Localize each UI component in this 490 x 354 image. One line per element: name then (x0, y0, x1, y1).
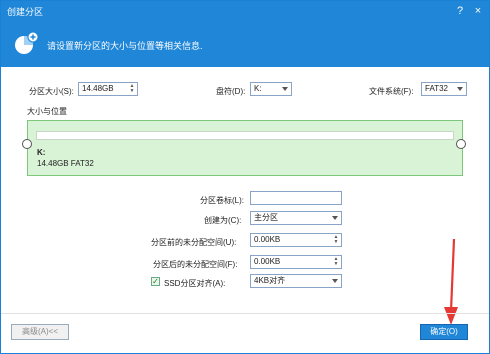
size-position-title: 大小与位置 (27, 107, 67, 116)
drive-letter-value: K: (254, 84, 262, 93)
file-system-select[interactable]: FAT32 (421, 82, 467, 96)
partition-info: 14.48GB FAT32 (37, 159, 94, 168)
create-as-select[interactable]: 主分区 (250, 211, 342, 225)
banner-text: 请设置新分区的大小与位置等相关信息. (47, 41, 203, 51)
ok-button[interactable]: 确定(O) (420, 324, 468, 340)
file-system-value: FAT32 (425, 84, 448, 93)
spin-arrows-icon[interactable]: ▲ ▼ (332, 257, 340, 267)
footer-divider (1, 313, 489, 314)
ssd-align-label: SSD分区对齐(A): (164, 279, 226, 288)
unalloc-before-value: 0.00KB (254, 235, 281, 244)
ssd-align-select[interactable]: 4KB对齐 (250, 274, 342, 288)
unalloc-after-value: 0.00KB (254, 257, 281, 266)
chevron-down-icon (332, 279, 338, 283)
advanced-button[interactable]: 高级(A)<< (11, 324, 69, 340)
create-as-label: 创建为(C): (204, 216, 242, 225)
unalloc-after-label: 分区后的未分配空间(F): (153, 260, 238, 269)
file-system-label: 文件系统(F): (369, 87, 414, 96)
partition-size-label: 分区大小(S): (29, 87, 74, 96)
drive-letter-select[interactable]: K: (250, 82, 292, 96)
unalloc-before-label: 分区前的未分配空间(U): (151, 238, 237, 247)
spin-arrows-icon[interactable]: ▲ ▼ (332, 235, 340, 245)
chevron-down-icon (332, 216, 338, 220)
header-banner: 请设置新分区的大小与位置等相关信息. (1, 21, 489, 67)
title-bar: 创建分区 ? × (1, 1, 489, 21)
help-icon[interactable]: ? (453, 4, 467, 18)
unalloc-before-input[interactable]: 0.00KB ▲ ▼ (250, 233, 342, 247)
partition-size-input[interactable]: 14.48GB ▲ ▼ (78, 82, 138, 96)
left-resize-handle[interactable] (22, 139, 32, 149)
partition-usage-bar (36, 131, 454, 140)
close-icon[interactable]: × (471, 4, 485, 18)
ssd-align-checkbox[interactable]: ✓ (151, 277, 160, 286)
create-as-value: 主分区 (254, 213, 278, 222)
create-partition-dialog: 创建分区 ? × 请设置新分区的大小与位置等相关信息. 分区大小(S): 14.… (0, 0, 490, 354)
volume-label-label: 分区卷标(L): (200, 196, 244, 205)
drive-letter-label: 盘符(D): (216, 87, 246, 96)
chevron-down-icon (457, 87, 463, 91)
chevron-down-icon (282, 87, 288, 91)
spin-arrows-icon[interactable]: ▲ ▼ (128, 84, 136, 94)
volume-label-input[interactable] (250, 191, 342, 205)
right-resize-handle[interactable] (456, 139, 466, 149)
add-partition-icon (15, 31, 39, 54)
unalloc-after-input[interactable]: 0.00KB ▲ ▼ (250, 255, 342, 269)
window-title: 创建分区 (7, 7, 44, 17)
partition-letter: K: (37, 148, 46, 157)
partition-size-value: 14.48GB (82, 84, 114, 93)
ssd-align-value: 4KB对齐 (254, 276, 286, 285)
